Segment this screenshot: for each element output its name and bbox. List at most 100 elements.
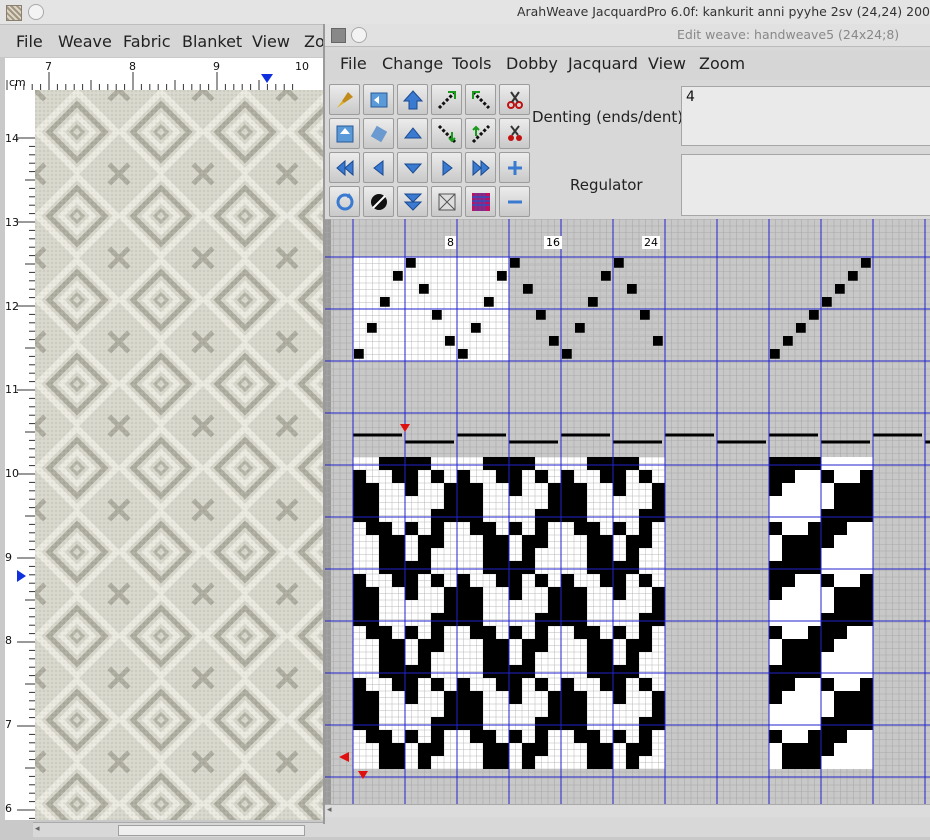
weave-cell bbox=[457, 678, 470, 691]
plus-button[interactable] bbox=[499, 152, 530, 183]
weave-cell bbox=[652, 691, 665, 704]
edit-menu-change[interactable]: Change bbox=[382, 54, 443, 73]
brush-button[interactable] bbox=[329, 84, 360, 115]
diagonal-right-button[interactable] bbox=[431, 84, 462, 115]
weave-cell bbox=[366, 691, 379, 704]
double-left-icon bbox=[335, 159, 353, 176]
diagonal-down-button[interactable] bbox=[431, 118, 462, 149]
weave-cell bbox=[470, 509, 483, 522]
weave-cell bbox=[548, 691, 561, 704]
scissors-button[interactable] bbox=[499, 84, 530, 115]
minus-button[interactable] bbox=[499, 186, 530, 217]
main-scrollbar-thumb[interactable] bbox=[118, 825, 305, 836]
weave-cell bbox=[652, 587, 665, 600]
left-icon bbox=[372, 159, 383, 176]
weave-cell bbox=[431, 717, 444, 730]
rotate-button[interactable] bbox=[363, 118, 394, 149]
weave-cell bbox=[431, 574, 444, 587]
edit-window-menu-icon[interactable] bbox=[331, 28, 346, 43]
weave-cell bbox=[483, 743, 496, 756]
right-button[interactable] bbox=[431, 152, 462, 183]
pegplan-cell bbox=[795, 665, 808, 678]
double-left-button[interactable] bbox=[329, 152, 360, 183]
weave-cell bbox=[613, 574, 626, 587]
undo-button[interactable] bbox=[363, 84, 394, 115]
weave-cell bbox=[366, 600, 379, 613]
weave-cell bbox=[496, 470, 509, 483]
weave-cell bbox=[444, 509, 457, 522]
weave-cell bbox=[613, 730, 626, 743]
shift-up-button[interactable] bbox=[397, 84, 428, 115]
down-button[interactable] bbox=[397, 152, 428, 183]
mirror-vertical-button[interactable] bbox=[329, 118, 360, 149]
double-right-button[interactable] bbox=[465, 152, 496, 183]
weave-cell bbox=[626, 756, 639, 769]
left-button[interactable] bbox=[363, 152, 394, 183]
weave-cell bbox=[379, 457, 392, 470]
pegplan-cell bbox=[860, 509, 873, 522]
weave-cell bbox=[561, 483, 574, 496]
edit-menu-jacquard[interactable]: Jacquard bbox=[568, 54, 638, 73]
weave-draft-grid[interactable] bbox=[325, 219, 930, 809]
weave-cell bbox=[535, 678, 548, 691]
edit-menu-file[interactable]: File bbox=[340, 54, 367, 73]
menu-view[interactable]: View bbox=[252, 32, 290, 51]
weave-draft-editor[interactable]: 8 16 24 bbox=[325, 219, 930, 809]
edit-menu-zoom[interactable]: Zoom bbox=[699, 54, 745, 73]
clear-button[interactable] bbox=[431, 186, 462, 217]
weave-cell bbox=[366, 704, 379, 717]
invert-button[interactable] bbox=[363, 186, 394, 217]
weave-cell bbox=[561, 574, 574, 587]
weave-cell bbox=[366, 717, 379, 730]
pegplan-cell bbox=[782, 756, 795, 769]
fabric-simulation-view[interactable] bbox=[35, 90, 325, 820]
weave-cell bbox=[522, 756, 535, 769]
ruler-position-marker-icon[interactable] bbox=[261, 74, 273, 84]
pegplan-cell bbox=[860, 613, 873, 626]
main-horizontal-scrollbar[interactable]: ◂ bbox=[33, 822, 930, 837]
pegplan-cell bbox=[821, 639, 834, 652]
weave-cell bbox=[392, 756, 405, 769]
menu-file[interactable]: File bbox=[16, 32, 43, 51]
weave-cell bbox=[509, 522, 522, 535]
clear-icon bbox=[438, 193, 455, 210]
weave-cell bbox=[613, 522, 626, 535]
window-minimize-button[interactable] bbox=[28, 4, 44, 20]
diagonal-left-up-button[interactable] bbox=[465, 84, 496, 115]
pegplan-cell bbox=[834, 691, 847, 704]
weave-cell bbox=[561, 496, 574, 509]
column-label: 8 bbox=[445, 236, 456, 249]
diagonal-up-button[interactable] bbox=[465, 118, 496, 149]
color-grid-button[interactable] bbox=[465, 186, 496, 217]
weave-cell bbox=[379, 522, 392, 535]
pegplan-cell bbox=[795, 561, 808, 574]
refresh-button[interactable] bbox=[329, 186, 360, 217]
edit-menu-dobby[interactable]: Dobby bbox=[506, 54, 558, 73]
threading-mark bbox=[484, 297, 494, 307]
menu-blanket[interactable]: Blanket bbox=[182, 32, 242, 51]
weave-cell bbox=[457, 509, 470, 522]
menu-zoom[interactable]: Zo bbox=[304, 32, 325, 51]
pegplan-cell bbox=[795, 548, 808, 561]
weave-cell bbox=[600, 665, 613, 678]
scroll-left-arrow-icon[interactable]: ◂ bbox=[35, 824, 45, 834]
triangle-up-button[interactable] bbox=[397, 118, 428, 149]
edit-menu-view[interactable]: View bbox=[648, 54, 686, 73]
menu-fabric[interactable]: Fabric bbox=[123, 32, 171, 51]
weave-cell bbox=[496, 639, 509, 652]
edit-menu-tools[interactable]: Tools bbox=[452, 54, 491, 73]
edit-window-minimize-button[interactable] bbox=[351, 27, 367, 43]
denting-input[interactable]: 4 bbox=[681, 86, 930, 146]
pegplan-cell bbox=[860, 691, 873, 704]
double-down-button[interactable] bbox=[397, 186, 428, 217]
ruler-left-marker-icon[interactable] bbox=[17, 570, 27, 582]
weave-cell bbox=[535, 639, 548, 652]
cut-color-button[interactable] bbox=[499, 118, 530, 149]
edit-horizontal-scrollbar[interactable]: ◂ bbox=[325, 804, 930, 817]
weave-cell bbox=[574, 717, 587, 730]
edit-scroll-left-icon[interactable]: ◂ bbox=[327, 805, 332, 815]
regulator-input[interactable] bbox=[681, 154, 930, 216]
weave-cell bbox=[574, 691, 587, 704]
weave-cell bbox=[444, 587, 457, 600]
menu-weave[interactable]: Weave bbox=[58, 32, 112, 51]
